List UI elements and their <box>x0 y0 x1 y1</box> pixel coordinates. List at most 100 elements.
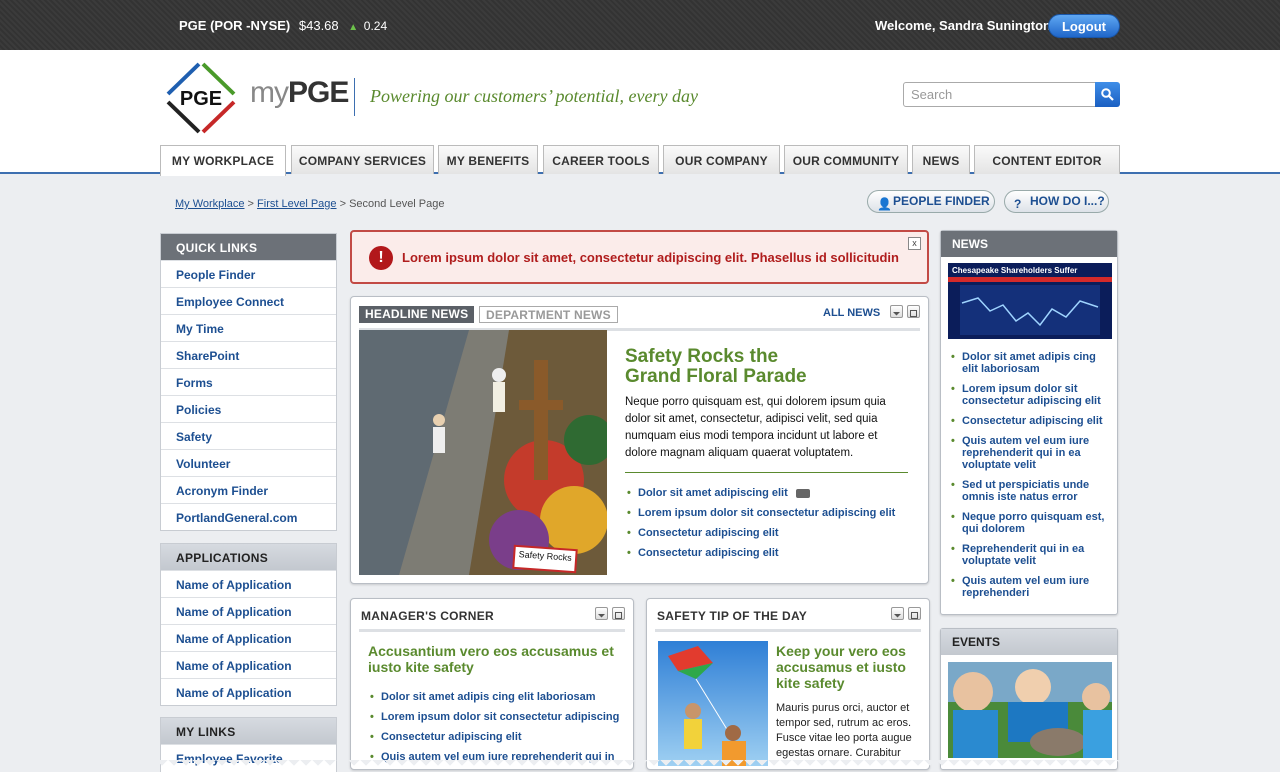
application-link[interactable]: Name of Application <box>161 651 336 678</box>
maximize-icon[interactable] <box>908 607 921 620</box>
header-divider <box>354 78 355 116</box>
managers-corner-title: MANAGER'S CORNER <box>361 609 494 623</box>
alert-banner: ! Lorem ipsum dolor sit amet, consectetu… <box>350 230 929 284</box>
quick-link[interactable]: People Finder <box>161 260 336 287</box>
news-list: Dolor sit amet adipis cing elit laborios… <box>951 351 1111 607</box>
alert-message: Lorem ipsum dolor sit amet, consectetur … <box>402 250 899 265</box>
managers-corner-heading[interactable]: Accusantium vero eos accusamus et iusto … <box>368 643 623 675</box>
headline-news-panel: HEADLINE NEWS DEPARTMENT NEWS ALL NEWS S… <box>350 296 929 584</box>
safety-tip-panel: SAFETY TIP OF THE DAY Keep your vero eos… <box>646 598 930 770</box>
tab-content-editor[interactable]: CONTENT EDITOR <box>974 145 1120 174</box>
tab-my-workplace[interactable]: MY WORKPLACE <box>160 145 286 176</box>
maximize-icon[interactable] <box>907 305 920 318</box>
headline-divider <box>625 472 908 473</box>
stock-price: $43.68 <box>298 18 339 33</box>
quick-link[interactable]: PortlandGeneral.com <box>161 503 336 530</box>
up-arrow-icon: ▲ <box>348 22 359 33</box>
managers-corner-links: Dolor sit amet adipis cing elit laborios… <box>370 691 630 771</box>
welcome-message: Welcome, Sandra Sunington <box>875 18 1052 33</box>
close-icon[interactable]: x <box>908 237 921 250</box>
news-item[interactable]: Reprehenderit qui in ea voluptate velit <box>951 543 1111 567</box>
managers-corner-panel: MANAGER'S CORNER Accusantium vero eos ac… <box>350 598 634 770</box>
quick-link[interactable]: Policies <box>161 395 336 422</box>
applications-panel: APPLICATIONS Name of Application Name of… <box>160 543 337 706</box>
stock-change: 0.24 <box>363 19 388 33</box>
collapse-icon[interactable] <box>891 607 904 620</box>
site-header: PGE myPGE Powering our customers’ potent… <box>0 50 1280 176</box>
logout-button[interactable]: Logout <box>1048 14 1120 38</box>
breadcrumb: My Workplace > First Level Page > Second… <box>175 198 445 210</box>
news-item[interactable]: Consectetur adipiscing elit <box>951 415 1111 427</box>
quick-links-panel: QUICK LINKS People Finder Employee Conne… <box>160 233 337 531</box>
tab-my-benefits[interactable]: MY BENEFITS <box>438 145 538 174</box>
managers-corner-link[interactable]: Dolor sit amet adipis cing elit laborios… <box>370 691 630 703</box>
news-item[interactable]: Neque porro quisquam est, qui dolorem <box>951 511 1111 535</box>
application-link[interactable]: Name of Application <box>161 570 336 597</box>
quick-link[interactable]: Acronym Finder <box>161 476 336 503</box>
quick-link[interactable]: My Time <box>161 314 336 341</box>
question-icon: ? <box>1014 197 1022 211</box>
headline-link[interactable]: Consectetur adipiscing elit <box>627 547 917 559</box>
people-finder-button[interactable]: 👤 PEOPLE FINDER <box>867 190 995 213</box>
tab-company-services[interactable]: COMPANY SERVICES <box>291 145 434 174</box>
panel-divider <box>359 629 625 632</box>
headline-link[interactable]: Dolor sit amet adipiscing elit <box>627 487 917 499</box>
application-link[interactable]: Name of Application <box>161 624 336 651</box>
how-do-i-button[interactable]: ? HOW DO I...? <box>1004 190 1109 213</box>
news-item[interactable]: Lorem ipsum dolor sit consectetur adipis… <box>951 383 1111 407</box>
error-icon: ! <box>369 246 393 270</box>
kite-photo <box>658 641 768 766</box>
headline-title[interactable]: Safety Rocks the Grand Floral Parade <box>625 347 807 387</box>
news-panel: NEWS Chesapeake Shareholders Suffer Dolo… <box>940 230 1118 615</box>
breadcrumb-current: Second Level Page <box>349 198 445 210</box>
managers-corner-link[interactable]: Lorem ipsum dolor sit consectetur adipis… <box>370 711 630 723</box>
application-link[interactable]: Name of Application <box>161 597 336 624</box>
tab-news[interactable]: NEWS <box>912 145 970 174</box>
logo-text: PGE <box>180 88 222 110</box>
managers-corner-link[interactable]: Consectetur adipiscing elit <box>370 731 630 743</box>
tab-our-company[interactable]: OUR COMPANY <box>663 145 780 174</box>
headline-link[interactable]: Lorem ipsum dolor sit consectetur adipis… <box>627 507 917 519</box>
torn-edge <box>0 760 1280 772</box>
safety-tip-heading[interactable]: Keep your vero eos accusamus et iusto ki… <box>776 643 921 691</box>
breadcrumb-link-first-level[interactable]: First Level Page <box>257 198 336 210</box>
quick-link[interactable]: SharePoint <box>161 341 336 368</box>
news-title: NEWS <box>941 231 1117 257</box>
tab-department-news[interactable]: DEPARTMENT NEWS <box>479 306 618 323</box>
pge-logo[interactable]: PGE <box>162 60 240 136</box>
quick-link[interactable]: Employee Connect <box>161 287 336 314</box>
quick-link[interactable]: Forms <box>161 368 336 395</box>
news-item[interactable]: Dolor sit amet adipis cing elit laborios… <box>951 351 1111 375</box>
search-icon <box>1101 88 1114 101</box>
events-photo[interactable] <box>948 662 1112 758</box>
all-news-link[interactable]: ALL NEWS <box>823 307 880 319</box>
news-item[interactable]: Quis autem vel eum iure reprehenderi <box>951 575 1111 599</box>
safety-tip-body: Mauris purus orci, auctor et tempor sed,… <box>776 702 912 759</box>
quick-link[interactable]: Volunteer <box>161 449 336 476</box>
tab-headline-news[interactable]: HEADLINE NEWS <box>359 306 475 323</box>
quick-link[interactable]: Safety <box>161 422 336 449</box>
quick-links-title: QUICK LINKS <box>161 234 336 260</box>
news-item[interactable]: Sed ut perspiciatis unde omnis iste natu… <box>951 479 1111 503</box>
news-stock-image[interactable]: Chesapeake Shareholders Suffer <box>948 263 1112 339</box>
parade-photo: Safety Rocks <box>359 330 607 575</box>
top-bar: PGE (POR -NYSE) $43.68 ▲ 0.24 Welcome, S… <box>0 0 1280 50</box>
search-input[interactable]: Search <box>903 82 1096 107</box>
tab-our-community[interactable]: OUR COMMUNITY <box>784 145 908 174</box>
events-panel: EVENTS <box>940 628 1118 770</box>
tab-career-tools[interactable]: CAREER TOOLS <box>543 145 659 174</box>
breadcrumb-link-my-workplace[interactable]: My Workplace <box>175 198 244 210</box>
headline-links: Dolor sit amet adipiscing elit Lorem ips… <box>627 487 917 567</box>
maximize-icon[interactable] <box>612 607 625 620</box>
events-title: EVENTS <box>941 629 1117 655</box>
collapse-icon[interactable] <box>595 607 608 620</box>
news-item[interactable]: Quis autem vel eum iure reprehenderit qu… <box>951 435 1111 471</box>
person-icon: 👤 <box>877 197 892 211</box>
headline-link[interactable]: Consectetur adipiscing elit <box>627 527 917 539</box>
application-link[interactable]: Name of Application <box>161 678 336 705</box>
collapse-icon[interactable] <box>890 305 903 318</box>
mypge-wordmark: myPGE <box>250 76 349 109</box>
search-button[interactable] <box>1095 82 1120 107</box>
ticker-symbol: PGE (POR -NYSE) <box>179 18 291 33</box>
stock-ticker: PGE (POR -NYSE) $43.68 ▲ 0.24 <box>179 18 387 33</box>
